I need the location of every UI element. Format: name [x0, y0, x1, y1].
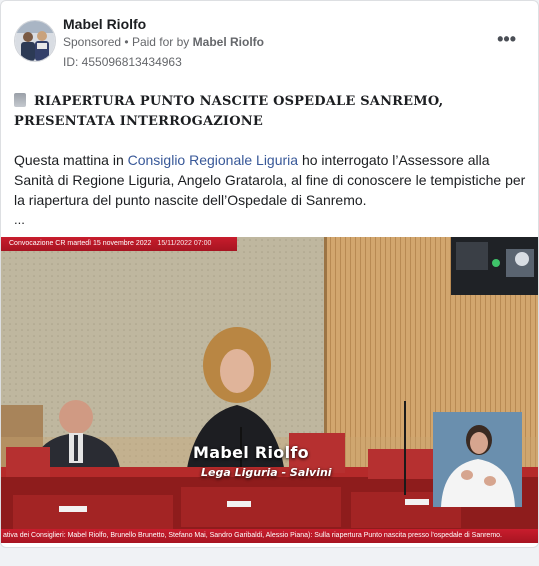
- post-header: Mabel Riolfo Sponsored • Paid for by Mab…: [1, 1, 538, 81]
- document-icon: [14, 93, 26, 107]
- avatar-image: [15, 21, 55, 61]
- video-frame[interactable]: Convocazione CR martedì 15 novembre 2022…: [1, 237, 538, 543]
- post-headline: RIAPERTURA PUNTO NASCITE OSPEDALE SANREM…: [14, 92, 524, 132]
- paid-for-name[interactable]: Mabel Riolfo: [193, 35, 264, 49]
- see-more-ellipsis[interactable]: ...: [14, 212, 25, 227]
- ticker-bottom: ativa dei Consiglieri: Mabel Riolfo, Bru…: [1, 529, 538, 543]
- lower-third: Mabel Riolfo Lega Liguria - Salvini: [193, 443, 332, 479]
- post-body: Questa mattina in Consiglio Regionale Li…: [14, 150, 529, 210]
- avatar[interactable]: [14, 20, 56, 62]
- ticker-top: Convocazione CR martedì 15 novembre 2022…: [1, 237, 237, 251]
- ticker-top-text: Convocazione CR martedì 15 novembre 2022: [9, 240, 152, 247]
- more-horizontal-icon[interactable]: •••: [497, 29, 516, 50]
- lower-third-subtitle: Lega Liguria - Salvini: [201, 466, 332, 479]
- ticker-top-date: 15/11/2022 07:00: [157, 240, 212, 247]
- sponsored-post-card: Mabel Riolfo Sponsored • Paid for by Mab…: [0, 0, 539, 548]
- lower-third-name: Mabel Riolfo: [193, 443, 309, 462]
- author-name[interactable]: Mabel Riolfo: [63, 16, 146, 32]
- ad-id: ID: 455096813434963: [63, 55, 182, 69]
- body-text-pre: Questa mattina in: [14, 152, 128, 168]
- paid-for-prefix: Paid for by: [131, 35, 190, 49]
- sponsored-line: Sponsored • Paid for by Mabel Riolfo: [63, 35, 264, 49]
- sponsored-label: Sponsored: [63, 35, 122, 49]
- separator-dot: •: [124, 35, 129, 49]
- headline-text: RIAPERTURA PUNTO NASCITE OSPEDALE SANREM…: [14, 94, 444, 129]
- body-link[interactable]: Consiglio Regionale Liguria: [128, 152, 298, 168]
- council-chamber-scene: [1, 237, 538, 543]
